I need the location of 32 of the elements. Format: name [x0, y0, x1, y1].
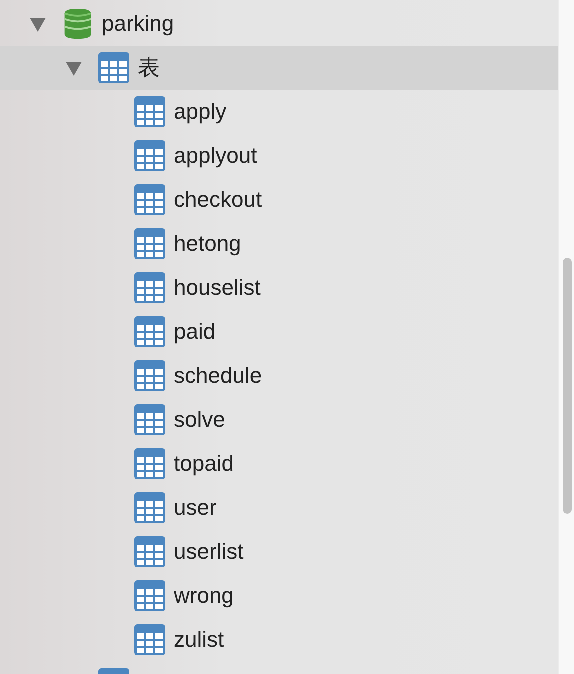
tree-item-label[interactable]: apply: [174, 99, 227, 125]
tree-item-label[interactable]: zulist: [174, 627, 224, 653]
selected-row-highlight[interactable]: 表: [0, 46, 558, 90]
tree-item-label[interactable]: userlist: [174, 539, 244, 565]
tree-item-label[interactable]: checkout: [174, 187, 262, 213]
table-icon: [134, 360, 166, 392]
table-icon: [98, 52, 130, 84]
tree-item-label[interactable]: applyout: [174, 143, 258, 169]
table-icon: [134, 448, 166, 480]
table-icon: [134, 624, 166, 656]
table-icon: [134, 404, 166, 436]
tree-item-label[interactable]: topaid: [174, 451, 234, 477]
tree-item-label[interactable]: schedule: [174, 363, 262, 389]
table-icon: [134, 184, 166, 216]
tree-item-label[interactable]: parking: [102, 11, 174, 37]
table-icon: [134, 316, 166, 348]
tree-item-label[interactable]: wrong: [174, 583, 234, 609]
scrollbar-thumb[interactable]: [563, 258, 572, 514]
tree-item-label[interactable]: 表: [138, 53, 160, 83]
table-icon: [134, 228, 166, 260]
tree-item-label[interactable]: hetong: [174, 231, 242, 257]
table-icon: [134, 96, 166, 128]
tree-item-label[interactable]: houselist: [174, 275, 261, 301]
tree-item-label[interactable]: solve: [174, 407, 226, 433]
table-icon: [134, 580, 166, 612]
table-icon: [134, 272, 166, 304]
table-icon: [134, 492, 166, 524]
table-icon: [134, 140, 166, 172]
table-icon: [134, 536, 166, 568]
tree-item-label[interactable]: user: [174, 495, 217, 521]
database-icon: [62, 8, 94, 40]
tree-item-label[interactable]: paid: [174, 319, 216, 345]
